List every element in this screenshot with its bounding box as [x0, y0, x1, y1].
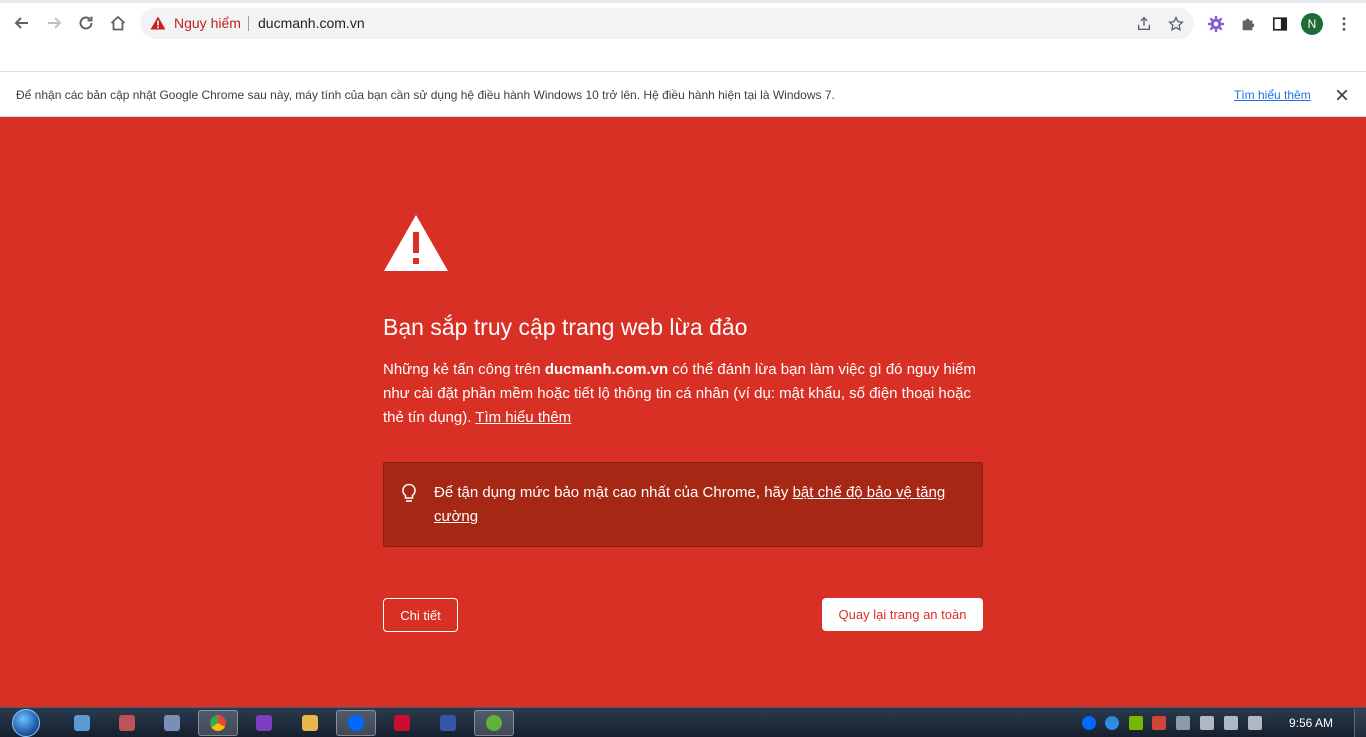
- taskbar-app-tool[interactable]: [107, 710, 147, 736]
- taskbar-app-g[interactable]: [244, 710, 284, 736]
- more-vert-icon: [1342, 17, 1346, 31]
- profile-avatar[interactable]: N: [1301, 13, 1323, 35]
- app-p-icon: [440, 715, 456, 731]
- learn-more-link[interactable]: Tìm hiểu thêm: [475, 409, 571, 426]
- bookmark-button[interactable]: [1167, 15, 1185, 33]
- network-tray-icon[interactable]: [1176, 716, 1190, 730]
- tool-icon: [119, 715, 135, 731]
- reload-button[interactable]: [72, 9, 100, 37]
- action-center-tray-icon[interactable]: [1200, 716, 1214, 730]
- address-bar[interactable]: Nguy hiểm ducmanh.com.vn: [140, 8, 1194, 39]
- menu-button[interactable]: [1333, 13, 1355, 35]
- omnibox-separator: [248, 16, 249, 31]
- back-to-safety-button[interactable]: Quay lại trang an toàn: [822, 598, 983, 631]
- side-panel-icon: [1272, 17, 1288, 31]
- zalo-icon: [348, 715, 364, 731]
- url-text[interactable]: ducmanh.com.vn: [258, 15, 365, 31]
- nvidia-tray-icon[interactable]: [1129, 716, 1143, 730]
- description-domain: ducmanh.com.vn: [544, 361, 669, 378]
- description-prefix: Những kẻ tấn công trên: [383, 361, 545, 378]
- taskbar-app-acrobat[interactable]: [382, 710, 422, 736]
- notepad-icon: [74, 715, 90, 731]
- infobar-learn-more-link[interactable]: Tìm hiểu thêm: [1234, 88, 1311, 102]
- details-button[interactable]: Chi tiết: [383, 598, 458, 632]
- display-tray-icon[interactable]: [1248, 716, 1262, 730]
- chrome-icon: [210, 715, 226, 731]
- browser-toolbar: Nguy hiểm ducmanh.com.vn N: [0, 0, 1366, 44]
- files-icon: [164, 715, 180, 731]
- windows-taskbar: 9:56 AM: [0, 707, 1366, 737]
- taskbar-app-green[interactable]: [474, 710, 514, 736]
- extension-button[interactable]: [1205, 13, 1227, 35]
- extensions-menu-button[interactable]: [1237, 13, 1259, 35]
- windows-logo-icon: [12, 709, 40, 737]
- messenger-tray-icon[interactable]: [1105, 716, 1119, 730]
- taskbar-app-files[interactable]: [152, 710, 192, 736]
- page-title: Bạn sắp truy cập trang web lừa đảo: [383, 314, 748, 340]
- security-status-label[interactable]: Nguy hiểm: [174, 15, 241, 31]
- warning-triangle-icon: [150, 16, 166, 30]
- back-arrow-icon: [14, 17, 28, 29]
- puzzle-icon: [1242, 18, 1255, 31]
- home-icon: [110, 15, 126, 31]
- app-green-icon: [486, 715, 502, 731]
- taskbar-app-chrome[interactable]: [198, 710, 238, 736]
- warning-triangle-icon: [384, 215, 448, 271]
- taskbar-clock[interactable]: 9:56 AM: [1289, 716, 1333, 730]
- taskbar-app-notepad[interactable]: [62, 710, 102, 736]
- folder-icon: [302, 715, 318, 731]
- tip-text: Để tận dụng mức bảo mật cao nhất của Chr…: [434, 481, 964, 529]
- app-g-icon: [256, 715, 272, 731]
- forward-button[interactable]: [40, 9, 68, 37]
- acrobat-icon: [394, 715, 410, 731]
- volume-tray-icon[interactable]: [1224, 716, 1238, 730]
- enhanced-protection-tip: Để tận dụng mức bảo mật cao nhất của Chr…: [383, 462, 983, 547]
- reload-icon: [79, 16, 93, 30]
- zalo-tray-icon[interactable]: [1082, 716, 1096, 730]
- star-icon: [1168, 16, 1184, 31]
- app-v-tray-icon[interactable]: [1152, 716, 1166, 730]
- taskbar-app-zalo[interactable]: [336, 710, 376, 736]
- taskbar-app-explorer[interactable]: [290, 710, 330, 736]
- taskbar-app-p[interactable]: [428, 710, 468, 736]
- home-button[interactable]: [104, 9, 132, 37]
- update-infobar: Để nhận các bản cập nhật Google Chrome s…: [0, 71, 1366, 117]
- share-icon: [1137, 16, 1151, 31]
- lightbulb-icon: [402, 483, 416, 502]
- infobar-message: Để nhận các bản cập nhật Google Chrome s…: [16, 88, 835, 102]
- bookmarks-bar: [0, 44, 1366, 71]
- back-button[interactable]: [8, 9, 36, 37]
- infobar-close-button[interactable]: [1333, 86, 1351, 104]
- forward-arrow-icon: [48, 17, 62, 29]
- start-button[interactable]: [6, 708, 46, 737]
- extension-gear-icon: [1207, 15, 1225, 33]
- warning-description: Những kẻ tấn công trên ducmanh.com.vn có…: [383, 358, 983, 430]
- side-panel-button[interactable]: [1269, 13, 1291, 35]
- share-button[interactable]: [1135, 15, 1153, 33]
- close-icon: [1336, 89, 1348, 101]
- tip-prefix: Để tận dụng mức bảo mật cao nhất của Chr…: [434, 484, 793, 501]
- show-desktop-button[interactable]: [1354, 709, 1366, 737]
